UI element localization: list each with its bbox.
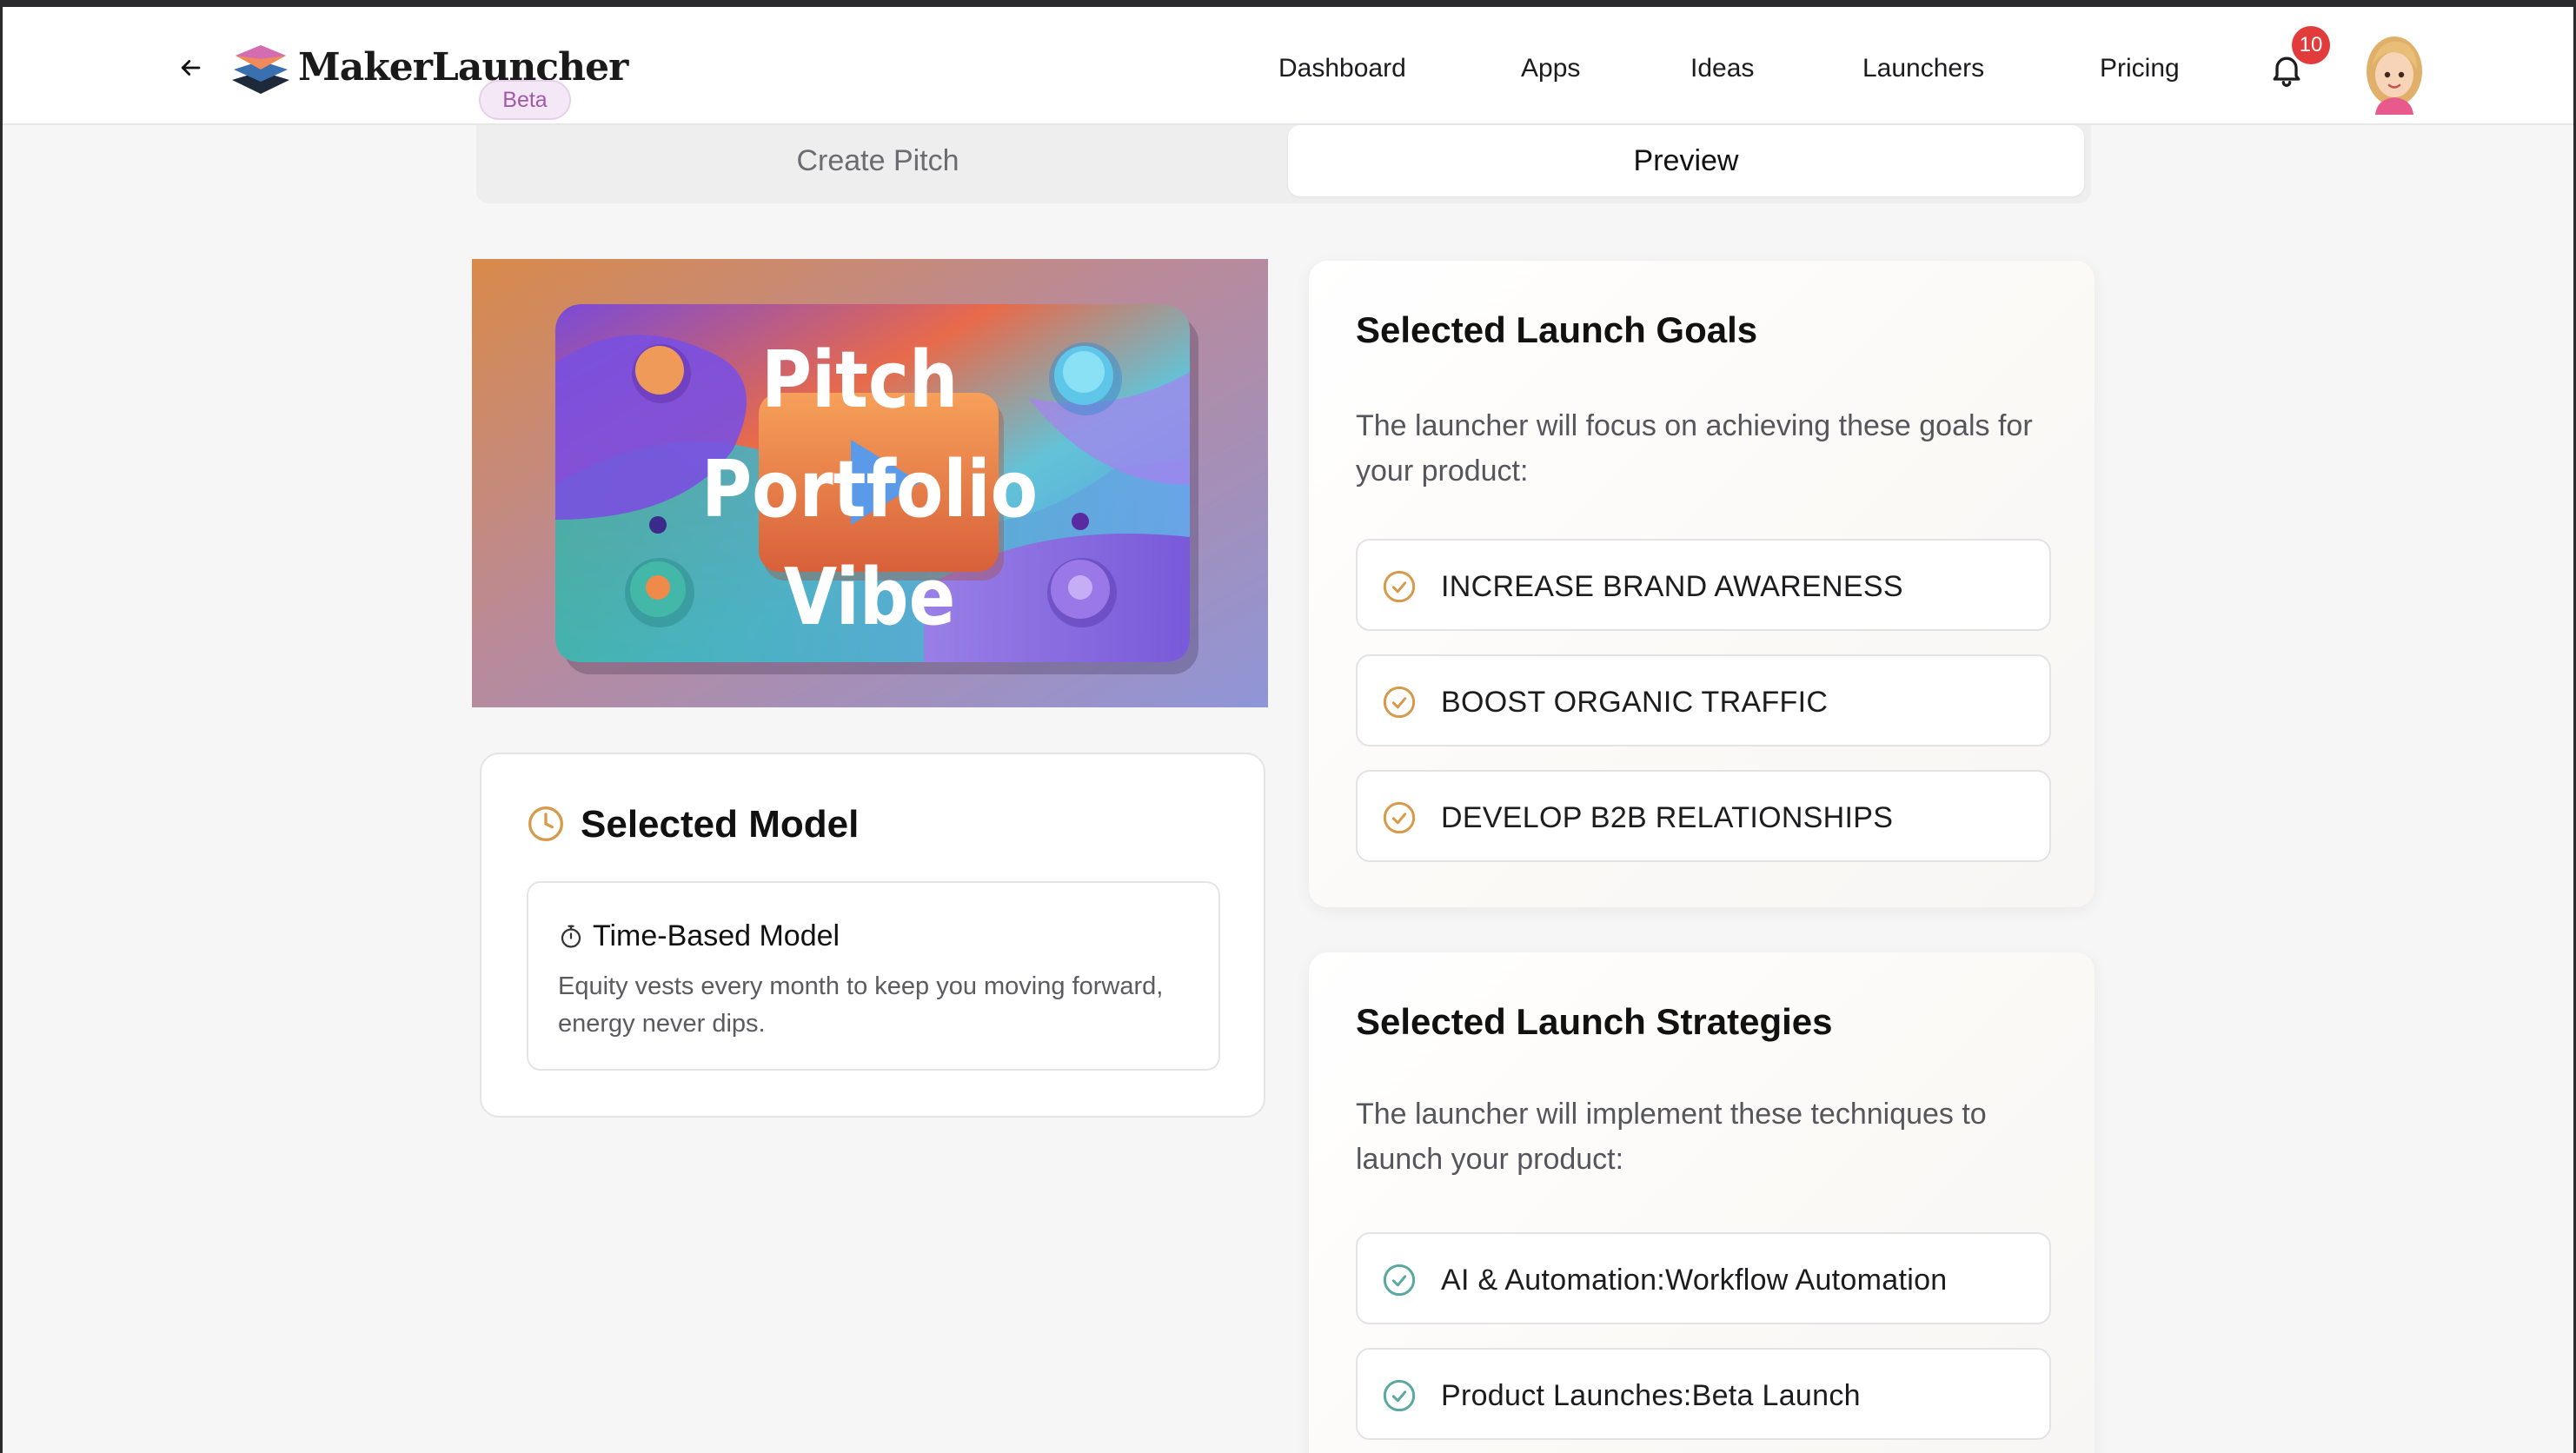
check-circle-icon [1383,686,1416,719]
nav-launchers[interactable]: Launchers [1862,54,1984,83]
selected-model-title: Selected Model [581,803,860,846]
launch-strategies-card: Selected Launch Strategies The launcher … [1309,952,2095,1453]
goal-item[interactable]: DEVELOP B2B RELATIONSHIPS [1356,770,2051,862]
launch-strategies-title: Selected Launch Strategies [1356,1001,1833,1042]
goal-item[interactable]: INCREASE BRAND AWARENESS [1356,539,2051,631]
user-avatar[interactable] [2360,31,2429,115]
goal-label: DEVELOP B2B RELATIONSHIPS [1441,801,1894,834]
window-top-border [0,0,2576,7]
nav-apps[interactable]: Apps [1521,54,1580,83]
thumbnail-title-line1: Pitch [761,334,958,425]
thumbnail-title-line3: Vibe [784,551,955,642]
beta-badge: Beta [479,80,571,120]
nav-ideas[interactable]: Ideas [1690,54,1754,83]
check-circle-icon [1383,801,1416,834]
check-circle-icon [1383,1379,1416,1412]
goal-label: INCREASE BRAND AWARENESS [1441,570,1903,603]
launch-goals-card: Selected Launch Goals The launcher will … [1309,261,2095,907]
strategy-item[interactable]: Product Launches:Beta Launch [1356,1348,2051,1440]
pitch-video-thumbnail[interactable]: Pitch Portfolio Vibe [472,259,1268,707]
pitch-tabs: Create Pitch Preview [476,125,2091,203]
launch-goals-description: The launcher will focus on achieving the… [1356,409,2033,488]
check-circle-icon [1383,570,1416,603]
tab-preview[interactable]: Preview [1288,125,2084,196]
goal-label: BOOST ORGANIC TRAFFIC [1441,686,1829,719]
stopwatch-icon [561,925,581,948]
strategy-item[interactable]: AI & Automation:Workflow Automation [1356,1232,2051,1324]
nav-pricing[interactable]: Pricing [2100,54,2180,83]
nav-dashboard[interactable]: Dashboard [1278,54,1406,83]
tab-create-pitch[interactable]: Create Pitch [476,125,1279,196]
back-button[interactable] [173,50,208,85]
top-navbar: MakerLauncher Beta Dashboard Apps Ideas … [3,7,2573,125]
goal-item[interactable]: BOOST ORGANIC TRAFFIC [1356,654,2051,746]
model-option-time-based[interactable]: Time-Based Model Equity vests every mont… [527,881,1220,1071]
strategy-label: Product Launches:Beta Launch [1441,1379,1861,1412]
model-description: Equity vests every month to keep you mov… [558,972,1164,1038]
strategy-label: AI & Automation:Workflow Automation [1441,1264,1948,1297]
window-left-border [0,0,3,1453]
arrow-left-icon [181,60,201,76]
brand-name[interactable]: MakerLauncher [298,45,628,90]
thumbnail-artwork: Pitch Portfolio Vibe [472,259,1268,707]
notification-count-badge: 10 [2292,26,2330,64]
clock-icon [528,806,563,841]
selected-model-card: Selected Model Time-Based Model Equity v… [480,753,1265,1118]
model-name: Time-Based Model [593,919,840,952]
check-circle-icon [1383,1264,1416,1297]
launch-goals-title: Selected Launch Goals [1356,309,1758,350]
thumbnail-title-line2: Portfolio [701,443,1038,534]
launch-strategies-description: The launcher will implement these techni… [1356,1098,1987,1176]
logo-icon[interactable] [230,42,291,96]
